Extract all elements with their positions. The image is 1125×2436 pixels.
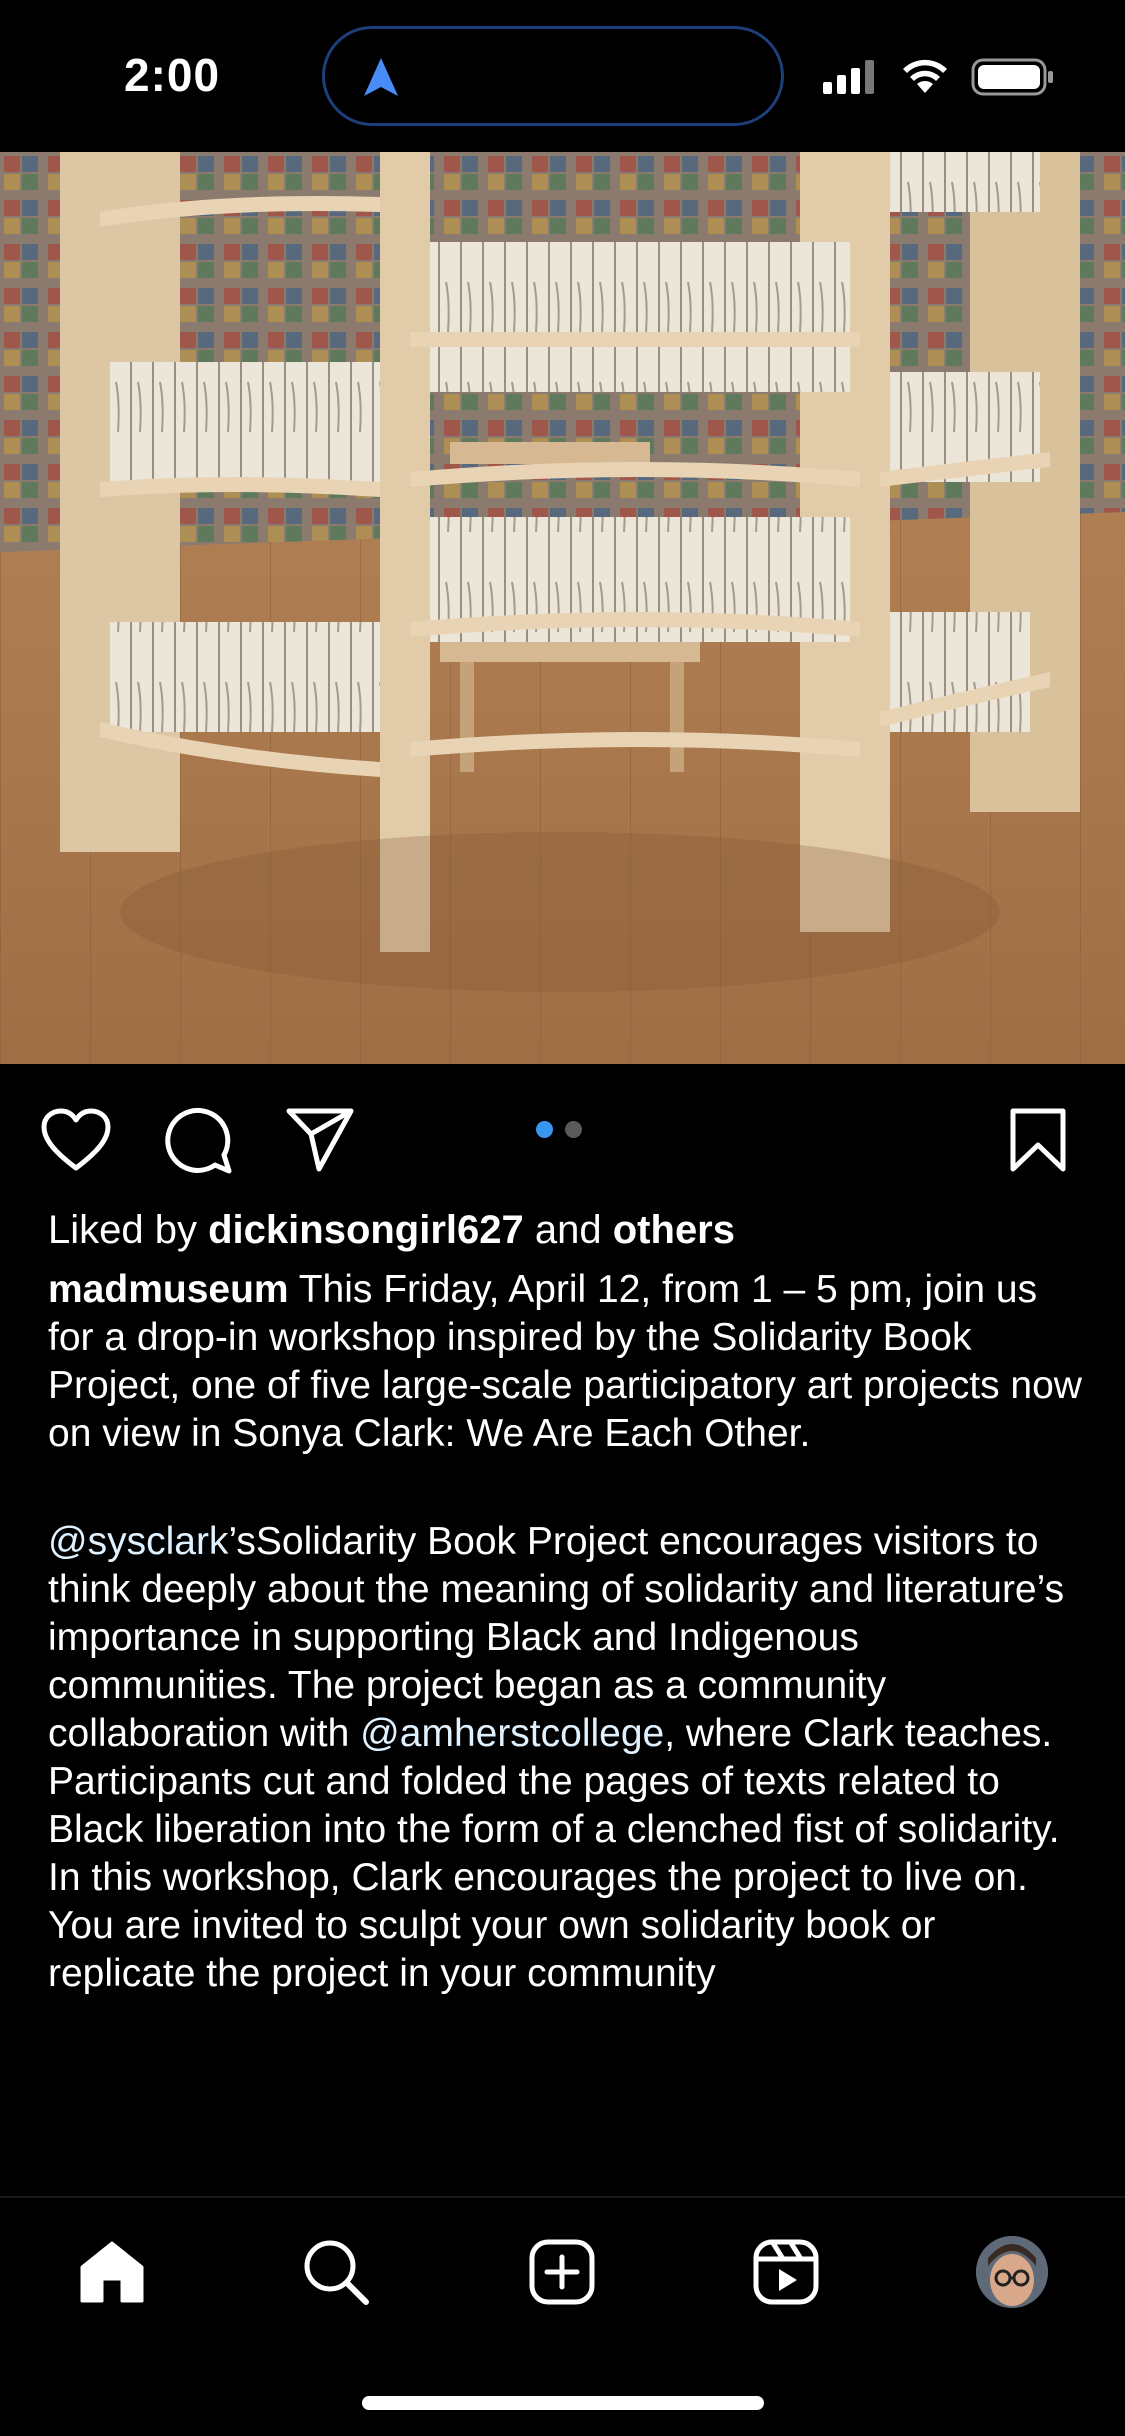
nav-search[interactable] xyxy=(296,2232,376,2312)
save-button[interactable] xyxy=(998,1100,1078,1180)
share-button[interactable] xyxy=(280,1100,360,1180)
like-button[interactable] xyxy=(36,1100,116,1180)
heart-icon xyxy=(41,1108,111,1171)
post-photo[interactable] xyxy=(0,152,1125,1064)
likes-mid: and xyxy=(523,1208,613,1252)
carousel-dot xyxy=(565,1121,582,1138)
bottom-nav xyxy=(0,2198,1125,2338)
status-icons xyxy=(823,58,1055,96)
liked-by-others-link[interactable]: others xyxy=(613,1208,735,1252)
home-icon xyxy=(80,2241,144,2303)
wifi-icon xyxy=(903,59,947,93)
location-arrow-icon xyxy=(364,58,398,96)
mention-sysclark[interactable]: @sysclark xyxy=(48,1520,228,1563)
search-icon xyxy=(304,2240,369,2305)
comment-button[interactable] xyxy=(158,1100,238,1180)
post-caption: madmuseum This Friday, April 12, from 1 … xyxy=(48,1266,1088,1998)
author-username[interactable]: madmuseum xyxy=(48,1268,289,1311)
dynamic-island xyxy=(322,26,784,126)
nav-profile[interactable] xyxy=(972,2232,1052,2312)
nav-home[interactable] xyxy=(72,2232,152,2312)
likes-line: Liked by dickinsongirl627 and others xyxy=(48,1206,1088,1254)
likes-prefix: Liked by xyxy=(48,1208,209,1252)
liked-by-username[interactable]: dickinsongirl627 xyxy=(208,1208,524,1252)
nav-create[interactable] xyxy=(522,2232,602,2312)
gallery-bookshelves-image xyxy=(0,152,1125,1064)
profile-photo xyxy=(976,2236,1048,2308)
send-icon xyxy=(286,1108,354,1172)
status-bar: 2:00 xyxy=(0,0,1125,152)
mention-amherstcollege[interactable]: @amherstcollege xyxy=(360,1712,664,1755)
carousel-dot-active xyxy=(536,1121,553,1138)
plus-square-icon xyxy=(529,2239,595,2305)
nav-reels[interactable] xyxy=(746,2232,826,2312)
home-indicator[interactable] xyxy=(362,2396,764,2410)
comment-icon xyxy=(165,1107,232,1174)
battery-icon xyxy=(971,58,1053,96)
reels-icon xyxy=(753,2239,819,2305)
signal-icon xyxy=(823,60,874,94)
carousel-indicator xyxy=(536,1121,582,1138)
avatar xyxy=(976,2236,1048,2308)
status-time: 2:00 xyxy=(124,49,221,101)
bookmark-icon xyxy=(1010,1108,1066,1172)
